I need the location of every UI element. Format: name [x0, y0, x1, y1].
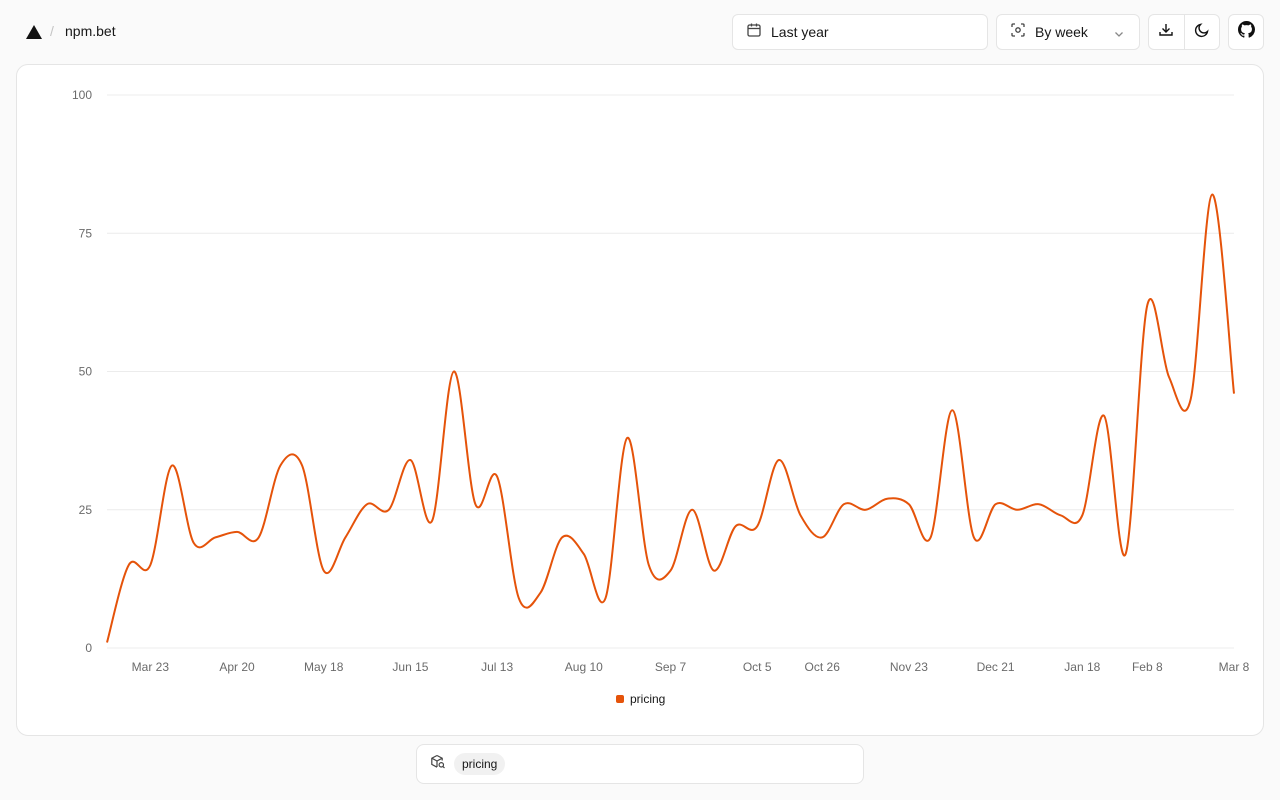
interval-select[interactable]: By week — [996, 14, 1140, 50]
triangle-logo-icon[interactable] — [26, 25, 42, 39]
chart-series — [106, 193, 1235, 643]
chevron-down-icon — [1113, 27, 1125, 45]
x-tick-label: Nov 23 — [890, 660, 928, 674]
x-tick-label: Feb 8 — [1132, 660, 1163, 674]
github-button[interactable] — [1228, 14, 1264, 50]
x-tick-label: Jan 18 — [1064, 660, 1100, 674]
x-tick-label: Sep 7 — [655, 660, 687, 674]
x-tick-label: Aug 10 — [565, 660, 603, 674]
calendar-icon — [746, 22, 762, 43]
downloads-chart: 0 25 50 75 100 Mar 23 Apr 20 May 18 Jun 15 Jul 1… — [72, 88, 1250, 674]
y-tick-label: 0 — [85, 641, 92, 655]
x-tick-label: Mar 8 — [1219, 660, 1250, 674]
y-tick-label: 100 — [72, 88, 92, 102]
chart-legend: pricing — [616, 692, 665, 706]
package-chip[interactable]: pricing — [454, 753, 506, 775]
chart-grid — [107, 94, 1234, 649]
y-tick-label: 25 — [79, 503, 93, 517]
theme-toggle-button[interactable] — [1183, 15, 1219, 49]
series-line-pricing — [106, 193, 1235, 643]
y-tick-label: 75 — [79, 226, 93, 240]
x-tick-label: Oct 26 — [805, 660, 841, 674]
x-tick-label: Oct 5 — [743, 660, 772, 674]
chart-card: 0 25 50 75 100 Mar 23 Apr 20 May 18 Jun 15 Jul 1… — [16, 64, 1264, 736]
site-name[interactable]: npm.bet — [65, 23, 116, 39]
package-search-bar[interactable]: pricing — [416, 744, 864, 784]
download-icon — [1158, 22, 1174, 43]
date-range-picker[interactable]: Last year — [732, 14, 988, 50]
date-range-label: Last year — [771, 24, 829, 40]
legend-swatch-pricing — [616, 695, 624, 703]
interval-label: By week — [1035, 24, 1088, 40]
x-tick-label: Dec 21 — [977, 660, 1015, 674]
x-axis: Mar 23 Apr 20 May 18 Jun 15 Jul 13 Aug 10 Sep … — [132, 660, 1250, 674]
download-button[interactable] — [1149, 15, 1184, 49]
scan-icon — [1010, 22, 1026, 43]
x-tick-label: Mar 23 — [132, 660, 170, 674]
x-tick-label: Jul 13 — [481, 660, 513, 674]
y-axis: 0 25 50 75 100 — [72, 88, 92, 655]
y-tick-label: 50 — [79, 365, 93, 379]
x-tick-label: Jun 15 — [392, 660, 428, 674]
x-tick-label: Apr 20 — [219, 660, 255, 674]
github-icon — [1237, 21, 1255, 43]
moon-icon — [1194, 22, 1210, 43]
package-search-icon — [430, 754, 446, 775]
breadcrumb-separator: / — [50, 23, 54, 39]
legend-label-pricing: pricing — [630, 692, 666, 706]
top-bar: / npm.bet Last year By week — [0, 0, 1280, 64]
action-button-group — [1148, 14, 1220, 50]
x-tick-label: May 18 — [304, 660, 344, 674]
